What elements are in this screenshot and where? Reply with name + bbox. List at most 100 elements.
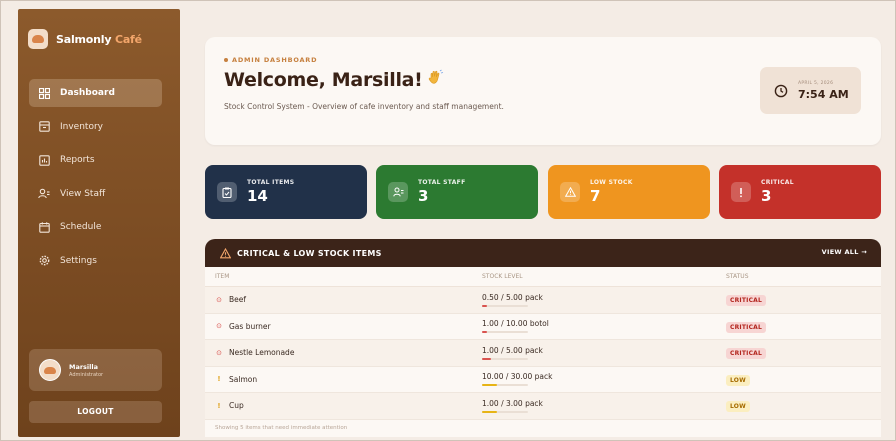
status-badge: LOW	[726, 374, 750, 386]
exclamation-icon: !	[217, 375, 221, 384]
page-subtitle: Stock Control System - Overview of cafe …	[224, 102, 504, 111]
sidebar: Salmonly Café Dashboard Inventory Report…	[18, 9, 180, 437]
item-name: Beef	[229, 295, 247, 305]
avatar	[39, 359, 61, 381]
stat-label: CRITICAL	[761, 179, 794, 186]
column-header-stock-level[interactable]: STOCK LEVEL	[482, 273, 523, 280]
critical-circle-icon: ⊙	[216, 348, 222, 357]
logout-button[interactable]: LOGOUT	[29, 401, 162, 423]
sidebar-item-settings[interactable]: Settings	[29, 247, 162, 275]
item-cell: ! Cup	[215, 401, 243, 410]
stat-card-low-stock[interactable]: LOW STOCK 7	[548, 165, 710, 219]
status-cell: CRITICAL	[726, 348, 767, 360]
stock-level-bar	[482, 384, 528, 387]
warning-icon	[560, 182, 580, 202]
table-row[interactable]: ⊙ Nestle Lemonade 1.00 / 5.00 pack CRITICAL	[205, 340, 881, 367]
item-cell: ⊙ Beef	[215, 295, 246, 304]
staff-icon	[388, 182, 408, 202]
app-name-accent: Café	[114, 32, 142, 46]
current-date: APRIL 5, 2026	[798, 80, 834, 86]
table-body: ⊙ Beef 0.50 / 5.00 pack CRITICAL ⊙ Gas burner…	[205, 287, 881, 420]
stock-level-bar	[482, 410, 528, 413]
stat-value: 14	[247, 187, 268, 205]
cafe-logo-icon	[28, 29, 48, 49]
gear-icon	[38, 255, 50, 267]
app-window: Salmonly Café Dashboard Inventory Report…	[0, 0, 896, 441]
stat-label: LOW STOCK	[590, 179, 633, 186]
status-cell: CRITICAL	[726, 295, 767, 307]
alert-icon	[731, 182, 751, 202]
user-profile-card[interactable]: Marsilla Administrator	[29, 349, 162, 391]
stock-level-bar	[482, 331, 528, 334]
table-row[interactable]: ! Cup 1.00 / 3.00 pack LOW	[205, 393, 881, 420]
status-cell: LOW	[726, 374, 750, 386]
status-cell: LOW	[726, 401, 750, 413]
stock-level-bar-fill	[482, 410, 498, 413]
stock-cell: 1.00 / 10.00 botol	[482, 319, 549, 334]
stat-card-critical[interactable]: CRITICAL 3	[719, 165, 881, 219]
stock-level-bar-fill	[482, 331, 487, 334]
view-all-link[interactable]: VIEW ALL →	[822, 248, 867, 256]
brand[interactable]: Salmonly Café	[28, 29, 142, 49]
item-cell: ⊙ Gas burner	[215, 322, 271, 331]
item-name: Gas burner	[229, 321, 271, 331]
sidebar-item-schedule[interactable]: Schedule	[29, 213, 162, 241]
table-row[interactable]: ⊙ Gas burner 1.00 / 10.00 botol CRITICAL	[205, 314, 881, 340]
page-eyebrow: ADMIN DASHBOARD	[224, 56, 317, 64]
sidebar-item-dashboard[interactable]: Dashboard	[29, 79, 162, 107]
sidebar-item-label: Dashboard	[60, 88, 115, 98]
status-badge: CRITICAL	[726, 348, 767, 360]
stock-level-bar-fill	[482, 357, 492, 360]
stat-card-total-items[interactable]: TOTAL ITEMS 14	[205, 165, 367, 219]
table-footnote: Showing 5 items that need immediate atte…	[215, 425, 348, 431]
stock-level-bar	[482, 357, 528, 360]
reports-icon	[38, 154, 50, 166]
stock-cell: 0.50 / 5.00 pack	[482, 293, 543, 307]
column-header-status[interactable]: STATUS	[726, 273, 749, 280]
column-header-item[interactable]: ITEM	[215, 273, 229, 280]
stock-level-bar-fill	[482, 384, 498, 387]
waving-hand-icon	[427, 69, 444, 90]
stock-text: 1.00 / 10.00 botol	[482, 319, 549, 329]
staff-icon	[38, 188, 50, 200]
status-cell: CRITICAL	[726, 321, 767, 333]
sidebar-item-label: Schedule	[60, 222, 102, 232]
welcome-card: ADMIN DASHBOARD Welcome, Marsilla! Stock…	[205, 37, 881, 145]
status-badge: CRITICAL	[726, 321, 767, 333]
item-name: Nestle Lemonade	[229, 348, 295, 358]
clock-card: APRIL 5, 2026 7:54 AM	[760, 67, 861, 114]
stock-text: 10.00 / 30.00 pack	[482, 372, 553, 382]
warning-icon	[220, 247, 231, 258]
user-role: Administrator	[69, 371, 104, 378]
stat-label: TOTAL ITEMS	[247, 179, 295, 186]
table-column-headers: ITEM STOCK LEVEL STATUS	[205, 267, 881, 287]
stat-card-total-staff[interactable]: TOTAL STAFF 3	[376, 165, 538, 219]
sidebar-item-label: Reports	[60, 155, 95, 165]
table-header: CRITICAL & LOW STOCK ITEMS VIEW ALL →	[205, 239, 881, 267]
table-row[interactable]: ⊙ Beef 0.50 / 5.00 pack CRITICAL	[205, 287, 881, 314]
stat-value: 3	[761, 187, 772, 205]
table-row[interactable]: ! Salmon 10.00 / 30.00 pack LOW	[205, 367, 881, 393]
page-title: Welcome, Marsilla!	[224, 69, 444, 91]
sidebar-item-inventory[interactable]: Inventory	[29, 113, 162, 141]
sidebar-item-view-staff[interactable]: View Staff	[29, 180, 162, 208]
status-badge: LOW	[726, 401, 750, 413]
stock-level-bar-fill	[482, 304, 487, 307]
calendar-icon	[38, 221, 50, 233]
stock-text: 0.50 / 5.00 pack	[482, 292, 543, 302]
sidebar-item-reports[interactable]: Reports	[29, 146, 162, 174]
status-badge: CRITICAL	[726, 295, 767, 307]
stats-row: TOTAL ITEMS 14 TOTAL STAFF 3 LOW STOCK 7	[205, 165, 881, 219]
stat-value: 7	[590, 187, 601, 205]
user-name: Marsilla	[69, 362, 98, 371]
stock-alert-table: CRITICAL & LOW STOCK ITEMS VIEW ALL → IT…	[205, 239, 881, 437]
stock-cell: 10.00 / 30.00 pack	[482, 372, 553, 387]
sidebar-nav: Dashboard Inventory Reports View Staff S…	[29, 79, 162, 280]
clipboard-icon	[217, 182, 237, 202]
stat-value: 3	[418, 187, 429, 205]
page-title-text: Welcome, Marsilla!	[224, 69, 423, 91]
clock-icon	[774, 84, 788, 97]
dashboard-icon	[38, 87, 50, 99]
sidebar-item-label: Settings	[60, 255, 97, 266]
app-name-text: Salmonly	[56, 32, 112, 46]
